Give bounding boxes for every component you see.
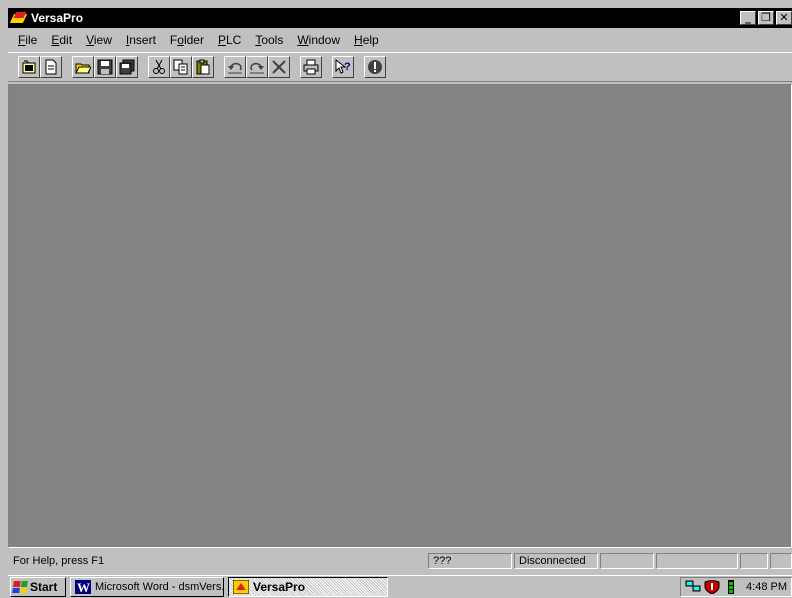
status-pane-7: [770, 553, 792, 569]
battery-icon[interactable]: [723, 580, 739, 594]
delete-icon: [272, 60, 286, 74]
open-button[interactable]: [72, 56, 94, 78]
paste-button[interactable]: [192, 56, 214, 78]
restore-button[interactable]: ❐: [758, 11, 774, 25]
toolbar: ?: [8, 52, 792, 82]
undo-button[interactable]: [224, 56, 246, 78]
menu-bar: File Edit View Insert Folder PLC Tools W…: [8, 30, 792, 50]
taskbar-task-word[interactable]: W Microsoft Word - dsmVers...: [70, 577, 224, 597]
menu-plc[interactable]: PLC: [218, 33, 241, 47]
new-doc-icon: [45, 59, 57, 75]
menu-edit[interactable]: Edit: [51, 33, 72, 47]
new-document-button[interactable]: [40, 56, 62, 78]
new-folder-button[interactable]: [18, 56, 40, 78]
system-tray: 4:48 PM: [680, 577, 792, 597]
cut-icon: [153, 59, 165, 74]
save-all-icon: [119, 59, 135, 75]
open-icon: [75, 63, 91, 74]
status-help-text: For Help, press F1: [13, 555, 105, 567]
shield-icon[interactable]: [704, 580, 720, 594]
save-icon: [97, 59, 113, 75]
start-button[interactable]: Start: [10, 577, 66, 597]
task-label: Microsoft Word - dsmVers...: [95, 581, 224, 593]
window-controls: _ ❐ ✕: [740, 11, 792, 25]
new-folder-icon: [22, 60, 36, 74]
svg-text:W: W: [77, 580, 90, 594]
window-title: VersaPro: [31, 11, 84, 25]
redo-icon: [250, 62, 264, 74]
status-pane-5: [656, 553, 738, 569]
save-all-button[interactable]: [116, 56, 138, 78]
network-icon[interactable]: [685, 580, 701, 594]
task-label: VersaPro: [253, 580, 306, 594]
versapro-icon: [233, 580, 249, 594]
versapro-app-icon[interactable]: [11, 10, 27, 26]
copy-button[interactable]: [170, 56, 192, 78]
save-button[interactable]: [94, 56, 116, 78]
title-bar[interactable]: VersaPro _ ❐ ✕: [8, 8, 792, 28]
print-button[interactable]: [300, 56, 322, 78]
start-label: Start: [30, 580, 58, 594]
word-icon: W: [75, 580, 91, 594]
copy-icon: [173, 59, 188, 75]
taskbar-task-versapro[interactable]: VersaPro: [228, 577, 388, 597]
status-bar: For Help, press F1 ??? Disconnected: [8, 552, 792, 570]
delete-button[interactable]: [268, 56, 290, 78]
status-pane-4: [600, 553, 654, 569]
menu-file[interactable]: File: [18, 33, 37, 47]
taskbar: Start W Microsoft Word - dsmVers... Vers…: [8, 575, 792, 598]
redo-button[interactable]: [246, 56, 268, 78]
context-help-button[interactable]: ?: [332, 56, 354, 78]
status-pane-6: [740, 553, 768, 569]
stop-button[interactable]: [364, 56, 386, 78]
windows-logo-icon: [12, 581, 28, 593]
stop-icon: [368, 60, 382, 74]
mdi-workspace[interactable]: [8, 84, 792, 548]
close-button[interactable]: ✕: [776, 11, 792, 25]
status-indicator: ???: [428, 553, 512, 569]
menu-view[interactable]: View: [86, 33, 112, 47]
menu-help[interactable]: Help: [354, 33, 379, 47]
menu-folder[interactable]: Folder: [170, 33, 204, 47]
minimize-button[interactable]: _: [740, 11, 756, 25]
menu-window[interactable]: Window: [297, 33, 340, 47]
svg-text:?: ?: [344, 61, 351, 73]
cut-button[interactable]: [148, 56, 170, 78]
clock[interactable]: 4:48 PM: [746, 581, 787, 593]
menu-insert[interactable]: Insert: [126, 33, 156, 47]
undo-icon: [228, 62, 242, 74]
context-help-icon: ?: [335, 59, 351, 74]
status-connection: Disconnected: [514, 553, 598, 569]
paste-icon: [196, 59, 210, 75]
menu-tools[interactable]: Tools: [255, 33, 283, 47]
print-icon: [303, 59, 319, 75]
